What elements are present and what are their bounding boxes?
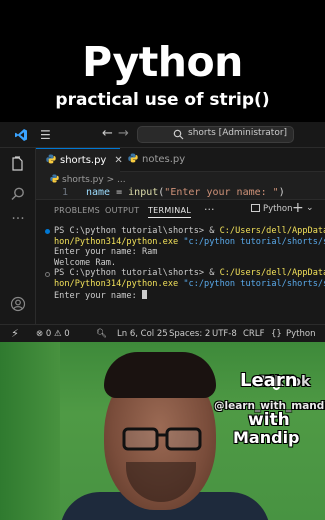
more-icon[interactable]: ··· (10, 212, 26, 230)
back-arrow-icon[interactable]: ← (102, 126, 113, 141)
warning-count: 0 (64, 329, 70, 339)
breadcrumb-text: shorts.py > ... (62, 175, 126, 185)
glasses-icon (122, 427, 202, 451)
command-status-dot (45, 229, 50, 234)
command-center[interactable]: shorts [Administrator] (137, 126, 294, 143)
code-paren-close: ) (278, 187, 285, 198)
terminal-argument: "c:/python tutorial/shorts/sh (178, 279, 325, 289)
eol-status[interactable]: CRLF (243, 325, 264, 342)
channel-name-line1: Learn (240, 370, 298, 391)
terminal-panel: PROBLEMS OUTPUT TERMINAL ··· Python + ⌄ … (36, 199, 325, 324)
tab-output[interactable]: OUTPUT (105, 206, 139, 215)
title-bar: ☰ ← → shorts [Administrator] (0, 122, 325, 148)
code-text: name = input("Enter your name: ") (86, 186, 285, 200)
terminal-command-path: C:/Users/dell/AppData/ (219, 268, 325, 279)
terminal-cursor (141, 289, 147, 299)
terminal-command-path: C:/Users/dell/AppData/ (219, 226, 325, 236)
terminal-output[interactable]: PS C:\python tutorial\shorts> & C:/Users… (36, 222, 325, 325)
title-banner: Python practical use of strip() (0, 0, 325, 122)
line-number: 1 (62, 187, 69, 198)
terminal-command-path: hon/Python314/python.exe (54, 279, 179, 289)
panel-more-icon[interactable]: ··· (204, 203, 215, 216)
banner-subtitle: practical use of strip() (55, 90, 270, 110)
terminal-line: PS C:\python tutorial\shorts> & C:/Users… (54, 226, 325, 237)
banner-title: Python (82, 38, 243, 86)
terminal-selector-label: Python (263, 204, 293, 214)
problems-status[interactable]: ⊗ 0 ⚠ 0 (36, 325, 70, 342)
language-mode[interactable]: Python (286, 325, 315, 342)
terminal-icon (251, 204, 260, 212)
zoom-icon[interactable]: 🔍︎ (96, 325, 107, 342)
terminal-line: hon/Python314/python.exe "c:/python tuto… (54, 237, 325, 248)
terminal-input-line[interactable]: Enter your name: (54, 289, 147, 302)
close-icon[interactable]: ✕ (114, 155, 122, 166)
webcam-video: TikTok @learn_with_mandip Learn with Man… (0, 342, 325, 520)
channel-name-line2: with (248, 410, 290, 430)
command-center-label: shorts [Administrator] (188, 128, 288, 138)
terminal-argument: "c:/python tutorial/shorts/sh (178, 236, 325, 247)
terminal-selector[interactable]: Python (251, 204, 292, 214)
python-file-icon (128, 153, 138, 163)
python-file-icon (46, 154, 56, 164)
tab-problems[interactable]: PROBLEMS (54, 206, 100, 215)
remote-indicator-icon[interactable]: ⚡ (0, 325, 30, 342)
terminal-prompt: PS C:\python tutorial\shorts> & (54, 226, 220, 236)
editor-line[interactable]: 1 name = input("Enter your name: ") (36, 186, 325, 200)
status-bar: ⚡ ⊗ 0 ⚠ 0 🔍︎ Ln 6, Col 25 Spaces: 2 UTF-… (0, 324, 325, 342)
code-string: "Enter your name: " (164, 187, 279, 198)
terminal-line: Welcome Ram. (54, 257, 117, 268)
chevron-down-icon[interactable]: ⌄ (306, 203, 314, 213)
command-status-dot (45, 271, 50, 277)
background-wall (0, 342, 60, 520)
tab-label: notes.py (142, 154, 186, 165)
menu-icon[interactable]: ☰ (40, 129, 51, 141)
terminal-command-path: hon/Python314/python.exe (54, 236, 179, 247)
new-terminal-plus-icon[interactable]: + (292, 200, 304, 216)
activity-bar: ··· (0, 148, 36, 341)
terminal-line: hon/Python314/python.exe "c:/python tuto… (54, 279, 325, 290)
tab-shorts-py[interactable]: shorts.py ✕ (36, 148, 123, 172)
code-operator: = (110, 187, 129, 198)
search-sidebar-icon[interactable] (10, 186, 26, 202)
terminal-line: Enter your name: Ram (54, 247, 158, 258)
presenter-hair (104, 352, 216, 398)
python-file-icon (50, 174, 59, 183)
braces-icon[interactable]: {} (271, 325, 282, 342)
search-icon (173, 129, 184, 140)
tab-notes-py[interactable]: notes.py (128, 148, 208, 172)
editor-tabs: shorts.py ✕ notes.py (36, 148, 325, 172)
explorer-icon[interactable] (10, 156, 26, 172)
terminal-prompt-text: Enter your name: (54, 290, 142, 301)
vscode-window: ☰ ← → shorts [Administrator] ··· shorts.… (0, 122, 325, 342)
terminal-prompt: PS C:\python tutorial\shorts> & (54, 268, 220, 279)
account-icon[interactable] (10, 296, 26, 312)
tab-label: shorts.py (60, 155, 107, 166)
code-variable: name (86, 187, 111, 198)
encoding-status[interactable]: UTF-8 (212, 325, 237, 342)
terminal-line: PS C:\python tutorial\shorts> & C:/Users… (54, 268, 325, 279)
vscode-logo-icon (15, 129, 27, 141)
breadcrumb[interactable]: shorts.py > ... (50, 174, 126, 185)
cursor-position[interactable]: Ln 6, Col 25 (117, 325, 168, 342)
forward-arrow-icon[interactable]: → (118, 126, 129, 141)
channel-name-line3: Mandip (233, 428, 300, 447)
error-count: 0 (45, 329, 52, 339)
tab-terminal[interactable]: TERMINAL (148, 206, 192, 218)
indentation-status[interactable]: Spaces: 2 (169, 325, 210, 342)
code-function: input (128, 187, 159, 198)
